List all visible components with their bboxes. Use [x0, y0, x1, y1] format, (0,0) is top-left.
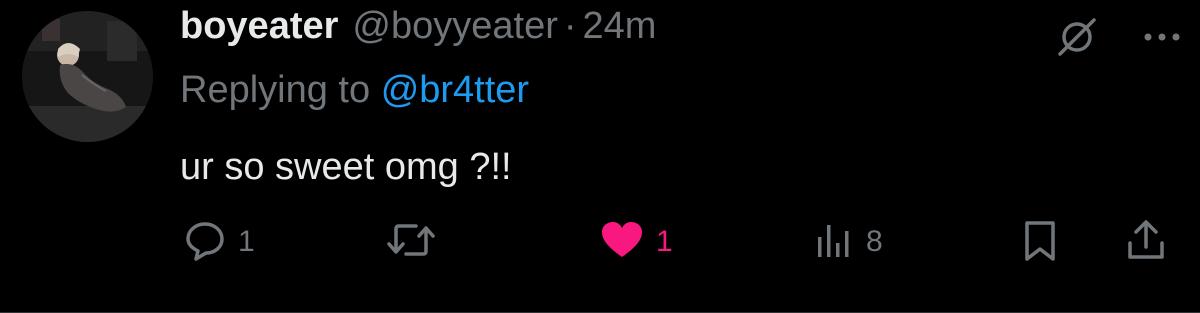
views-bar-chart-icon — [812, 217, 856, 268]
avatar-photo — [22, 11, 153, 142]
reply-button[interactable]: 1 — [182, 214, 255, 270]
user-handle[interactable]: @boyyeater — [352, 5, 557, 48]
avatar[interactable] — [22, 11, 153, 142]
grok-slash-icon[interactable] — [1054, 14, 1100, 65]
bookmark-button[interactable] — [1020, 214, 1060, 270]
share-upload-icon — [1124, 217, 1168, 268]
replying-to-line: Replying to @br4tter — [180, 69, 529, 112]
like-button[interactable]: 1 — [598, 214, 673, 270]
display-name[interactable]: boyeater — [180, 5, 338, 48]
separator-dot: · — [563, 5, 577, 47]
views-count: 8 — [866, 225, 883, 258]
action-bar: 1 1 8 — [0, 214, 1200, 270]
repost-button[interactable] — [386, 214, 446, 270]
tweet-header: boyeater @boyyeater · 24m — [180, 5, 656, 57]
heart-filled-icon — [598, 217, 646, 268]
views-button[interactable]: 8 — [812, 214, 883, 270]
replying-to-label: Replying to — [180, 69, 371, 111]
tweet[interactable]: boyeater @boyyeater · 24m Replying to @b… — [0, 0, 1200, 313]
share-button[interactable] — [1124, 214, 1168, 270]
reply-icon — [182, 217, 228, 268]
reply-count: 1 — [238, 225, 255, 258]
tweet-text: ur so sweet omg ?!! — [180, 146, 512, 188]
timestamp[interactable]: 24m — [583, 5, 657, 48]
header-actions — [1054, 14, 1182, 65]
repost-icon — [386, 217, 436, 268]
replying-to-handle[interactable]: @br4tter — [381, 69, 529, 111]
like-count: 1 — [656, 225, 673, 258]
more-dots-icon[interactable] — [1142, 27, 1182, 52]
bookmark-icon — [1020, 217, 1060, 268]
